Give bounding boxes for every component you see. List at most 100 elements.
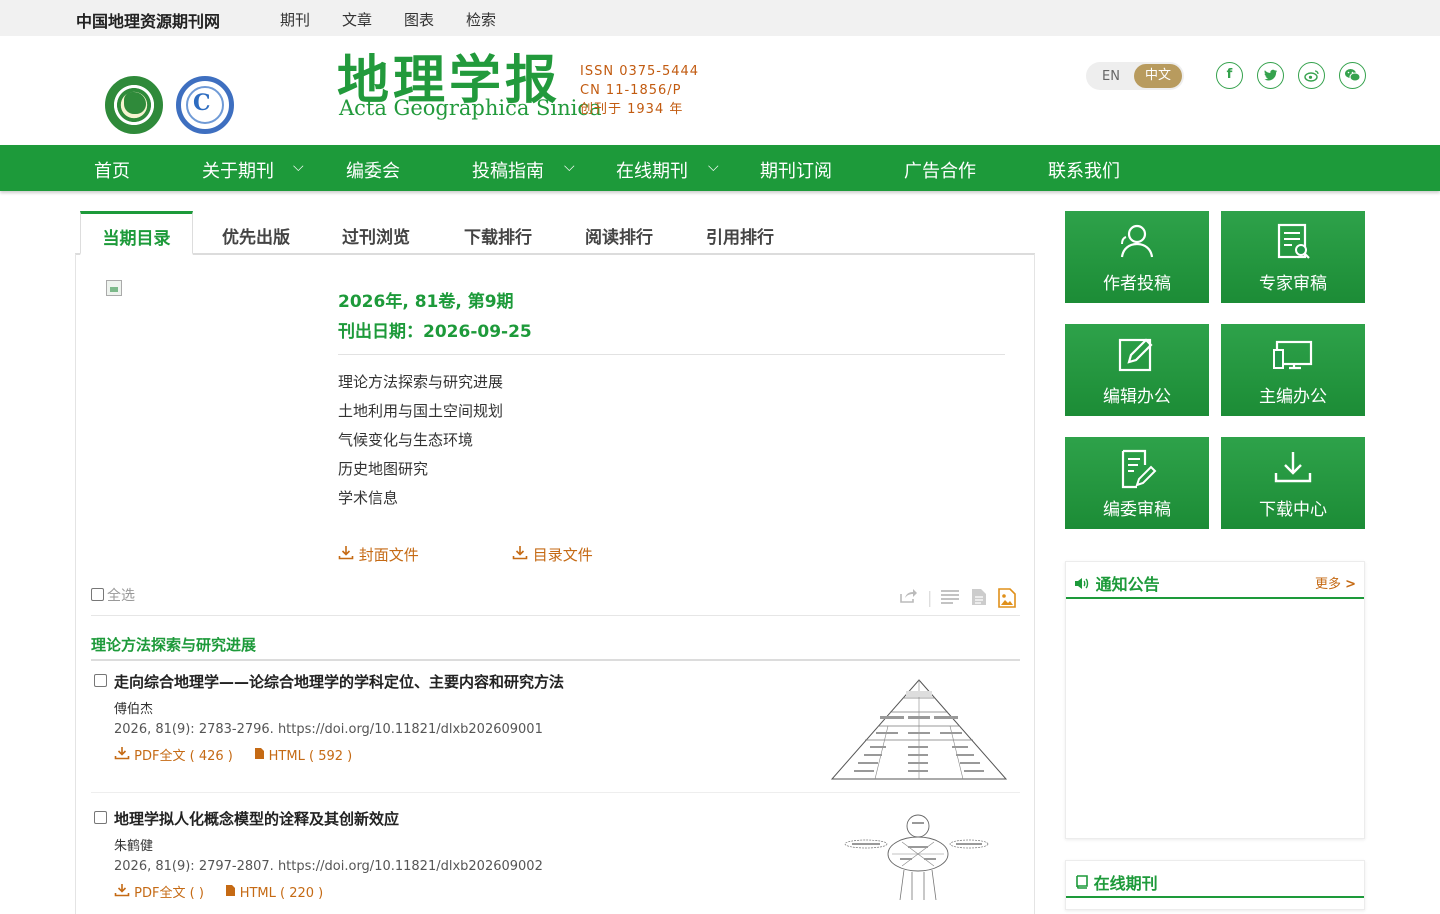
cover-file-link[interactable]: 封面文件 [338,544,419,565]
nav-subscription[interactable]: 期刊订阅 [760,157,832,183]
article-author[interactable]: 傅伯杰 [114,698,153,717]
geographical-society-logo[interactable] [105,76,163,134]
pdf-link[interactable]: PDF全文 ( ) [114,884,204,901]
notice-header: 通知公告 更多 > [1066,562,1364,599]
notice-panel: 通知公告 更多 > [1065,561,1365,839]
chevron-down-icon[interactable]: ⌵ [293,159,304,175]
more-link[interactable]: 更多 > [1315,573,1356,592]
document-view-icon[interactable] [971,588,987,610]
tab-cite-rank[interactable]: 引用排行 [706,223,774,248]
divider [338,354,1005,355]
pdf-label: PDF全文 [134,749,186,764]
language-switch[interactable]: EN 中文 [1086,62,1184,90]
editor-office-button[interactable]: 编辑办公 [1065,324,1209,416]
share-icon[interactable] [899,588,917,608]
issue-pub-date: 刊出日期：2026-09-25 [338,322,532,342]
file-icon [254,748,264,759]
html-link[interactable]: HTML ( 220 ) [225,885,324,901]
article-figure-thumbnail[interactable] [830,676,1008,782]
tab-current-issue[interactable]: 当期目录 [80,211,193,255]
board-review-button[interactable]: 编委审稿 [1065,437,1209,529]
toc-file-link[interactable]: 目录文件 [512,544,593,565]
html-label: HTML [239,886,276,901]
expert-review-label: 专家审稿 [1259,274,1327,294]
lang-en-button[interactable]: EN [1102,69,1120,84]
section-underline [91,659,1020,661]
cover-image[interactable] [106,280,122,296]
chief-editor-office-label: 主编办公 [1259,387,1327,407]
board-review-label: 编委审稿 [1103,500,1171,520]
nav-home[interactable]: 首页 [94,157,130,183]
article-checkbox[interactable] [94,811,107,824]
notice-title-text: 通知公告 [1095,575,1160,594]
chevron-right-icon: > [1345,577,1356,592]
issn-number: ISSN 0375-5444 [580,64,700,79]
select-all-label: 全选 [107,588,135,604]
select-all-checkbox[interactable] [91,588,104,601]
online-journal-header: 在线期刊 [1066,861,1364,898]
html-count: ( 220 ) [280,886,324,901]
html-link[interactable]: HTML ( 592 ) [254,748,352,764]
pdf-count: ( ) [189,886,204,901]
journal-title-en: Acta Geographica Sinica [339,96,602,120]
founded-year: 创刊于 1934 年 [580,102,684,117]
download-icon [114,884,130,897]
cover-file-label: 封面文件 [358,546,419,564]
article-title[interactable]: 地理学拟人化概念模型的诠释及其创新效应 [114,808,399,829]
nav-about[interactable]: 关于期刊 [202,157,274,183]
nav-editorial-board[interactable]: 编委会 [346,157,400,183]
institute-logo[interactable]: C [176,76,234,134]
article-meta[interactable]: 2026, 81(9): 2797-2807. https://doi.org/… [114,859,543,874]
book-icon [1076,875,1088,889]
download-center-button[interactable]: 下载中心 [1221,437,1365,529]
author-submission-button[interactable]: 作者投稿 [1065,211,1209,303]
article-checkbox[interactable] [94,674,107,687]
facebook-icon[interactable]: f [1216,62,1243,89]
twitter-icon[interactable] [1257,62,1284,89]
nav-submission-guide[interactable]: 投稿指南 [472,157,544,183]
nav-contact[interactable]: 联系我们 [1048,157,1120,183]
edit-icon [1118,338,1153,372]
category-link[interactable]: 土地利用与国土空间规划 [338,397,503,426]
top-nav-search[interactable]: 检索 [466,9,528,30]
tab-download-rank[interactable]: 下载排行 [464,223,532,248]
lang-zh-button[interactable]: 中文 [1134,64,1182,88]
nav-advertising[interactable]: 广告合作 [904,157,976,183]
file-icon [225,885,235,896]
tab-archive[interactable]: 过刊浏览 [342,223,410,248]
category-link[interactable]: 历史地图研究 [338,455,503,484]
tab-online-first[interactable]: 优先出版 [222,223,290,248]
chevron-down-icon[interactable]: ⌵ [708,159,719,175]
top-nav-articles[interactable]: 文章 [342,9,404,30]
chief-editor-office-button[interactable]: 主编办公 [1221,324,1365,416]
article-meta[interactable]: 2026, 81(9): 2783-2796. https://doi.org/… [114,722,543,737]
weibo-icon[interactable] [1298,62,1325,89]
article-links: PDF全文 ( ) HTML ( 220 ) [114,882,323,901]
category-link[interactable]: 气候变化与生态环境 [338,426,503,455]
select-all[interactable]: 全选 [91,585,135,605]
download-center-label: 下载中心 [1259,500,1327,520]
category-link[interactable]: 理论方法探索与研究进展 [338,368,503,397]
article-title[interactable]: 走向综合地理学——论综合地理学的学科定位、主要内容和研究方法 [114,671,564,692]
article-figure-thumbnail[interactable] [842,812,990,900]
top-nav: 期刊 文章 图表 检索 [280,9,528,30]
site-name[interactable]: 中国地理资源期刊网 [76,8,220,32]
review-icon [1277,223,1310,259]
chevron-down-icon[interactable]: ⌵ [564,159,575,175]
top-nav-journals[interactable]: 期刊 [280,9,342,30]
online-journal-title: 在线期刊 [1074,870,1158,894]
category-link[interactable]: 学术信息 [338,484,503,513]
top-nav-figures[interactable]: 图表 [404,9,466,30]
tab-read-rank[interactable]: 阅读排行 [585,223,653,248]
pdf-link[interactable]: PDF全文 ( 426 ) [114,747,233,764]
article-author[interactable]: 朱鹤健 [114,835,153,854]
download-icon [338,546,354,560]
wechat-icon[interactable] [1339,62,1366,89]
nav-online-journal[interactable]: 在线期刊 [616,157,688,183]
toc-file-label: 目录文件 [532,546,593,564]
content-tabs: 当期目录 优先出版 过刊浏览 下载排行 阅读排行 引用排行 [75,211,1035,255]
expert-review-button[interactable]: 专家审稿 [1221,211,1365,303]
download-icon [1274,452,1312,483]
list-view-icon[interactable] [940,588,960,608]
image-view-icon[interactable] [998,588,1016,612]
